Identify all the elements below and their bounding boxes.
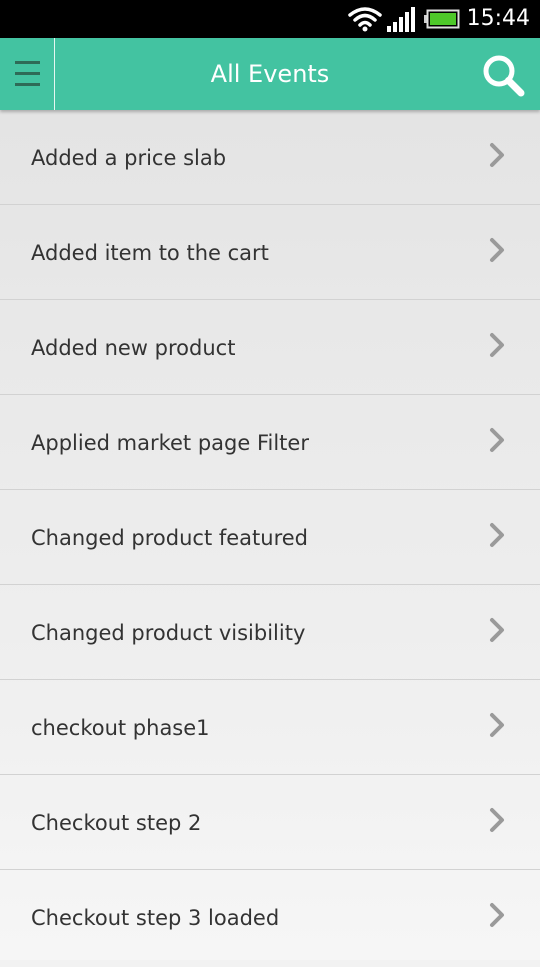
event-list-item[interactable]: Added a price slab	[0, 110, 540, 205]
wifi-icon	[348, 7, 382, 32]
event-list-item[interactable]: Checkout step 3 loaded	[0, 870, 540, 965]
search-button[interactable]	[480, 52, 526, 98]
event-list-item[interactable]: Added item to the cart	[0, 205, 540, 300]
chevron-right-icon	[490, 523, 504, 547]
chevron-right-icon	[490, 618, 504, 642]
chevron-right-icon	[490, 143, 504, 167]
event-list-item[interactable]: Checkout step 2	[0, 775, 540, 870]
app-bar: All Events	[0, 38, 540, 110]
event-label: Changed product featured	[31, 526, 308, 550]
chevron-right-icon	[490, 333, 504, 357]
events-list: Added a price slab Added item to the car…	[0, 110, 540, 960]
event-label: Added new product	[31, 336, 236, 360]
event-label: Added item to the cart	[31, 241, 269, 265]
chevron-right-icon	[490, 713, 504, 737]
event-label: checkout phase1	[31, 716, 210, 740]
event-list-item[interactable]: Changed product featured	[0, 490, 540, 585]
chevron-right-icon	[490, 428, 504, 452]
event-label: Checkout step 3 loaded	[31, 906, 280, 930]
chevron-right-icon	[490, 238, 504, 262]
search-icon	[483, 55, 525, 97]
menu-button[interactable]	[0, 38, 55, 110]
event-list-item[interactable]: Changed product visibility	[0, 585, 540, 680]
event-label: Applied market page Filter	[31, 431, 309, 455]
chevron-right-icon	[490, 808, 504, 832]
chevron-right-icon	[490, 903, 504, 927]
event-list-item[interactable]: checkout phase1	[0, 680, 540, 775]
status-bar: 15:44	[0, 0, 540, 38]
page-title: All Events	[210, 60, 330, 88]
event-list-item[interactable]: Applied market page Filter	[0, 395, 540, 490]
event-list-item[interactable]: Added new product	[0, 300, 540, 395]
status-time: 15:44	[466, 6, 530, 31]
event-label: Changed product visibility	[31, 621, 306, 645]
battery-icon	[424, 9, 460, 29]
event-label: Checkout step 2	[31, 811, 202, 835]
signal-icon	[387, 7, 415, 32]
event-label: Added a price slab	[31, 146, 227, 170]
